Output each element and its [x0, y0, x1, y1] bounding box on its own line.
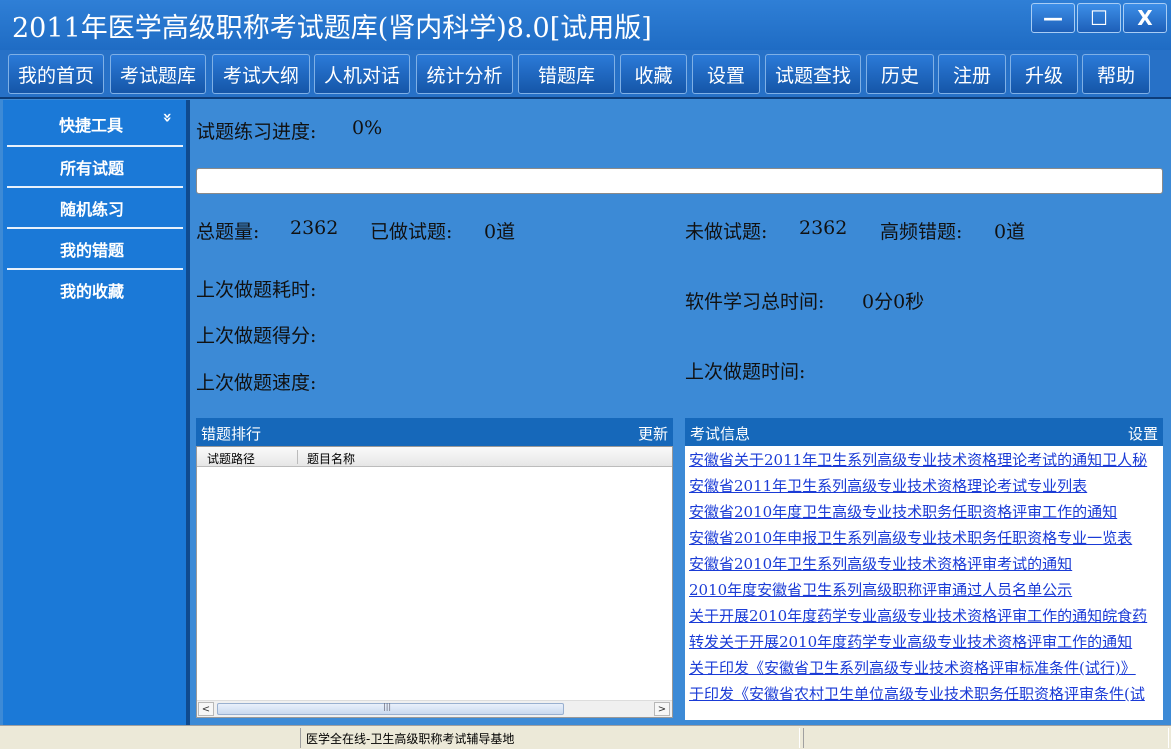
scroll-thumb[interactable]: ||| — [217, 702, 564, 715]
news-link[interactable]: 关于印发《安徽省卫生系列高级专业技术资格评审标准条件(试行)》 — [689, 657, 1136, 678]
sidebar-item-my-favorites[interactable]: 我的收藏 — [7, 270, 182, 310]
nav-history[interactable]: 历史 — [866, 54, 934, 94]
sidebar-header[interactable]: 快捷工具 » — [3, 100, 186, 144]
news-link[interactable]: 安徽省关于2011年卫生系列高级专业技术资格理论考试的通知卫人秘 — [689, 449, 1147, 470]
scroll-left-icon[interactable]: < — [198, 702, 214, 716]
chevron-down-icon[interactable]: » — [159, 112, 178, 122]
main-content: 试题练习进度: 0% 总题量: 2362 已做试题: 0道 未做试题: 2362… — [190, 100, 1171, 725]
app-window: 2011年医学高级职称考试题库(肾内科学)8.0[试用版] — ☐ X 我的首页… — [0, 0, 1171, 749]
window-title: 2011年医学高级职称考试题库(肾内科学)8.0[试用版] — [12, 13, 652, 44]
main-nav: 我的首页 考试题库 考试大纲 人机对话 统计分析 错题库 收藏 设置 试题查找 … — [0, 50, 1171, 98]
undone-value: 2362 — [799, 217, 848, 239]
nav-divider — [0, 97, 1171, 99]
scroll-right-icon[interactable]: > — [654, 702, 670, 716]
column-header: 试题路径 题目名称 — [197, 447, 672, 467]
last-score-label: 上次做题得分: — [196, 325, 317, 347]
nav-exam-bank[interactable]: 考试题库 — [110, 54, 206, 94]
news-link[interactable]: 2010年度安徽省卫生系列高级职称评审通过人员名单公示 — [689, 579, 1072, 600]
news-link[interactable]: 于印发《安徽省农村卫生单位高级专业技术职务任职资格评审条件(试 — [689, 683, 1145, 704]
sidebar-header-label: 快捷工具 — [59, 116, 124, 135]
error-rank-header: 错题排行 更新 — [196, 418, 673, 446]
progress-label: 试题练习进度: — [196, 121, 317, 143]
study-total-value: 0分0秒 — [862, 291, 925, 313]
done-value: 0道 — [484, 221, 516, 243]
column-title[interactable]: 题目名称 — [307, 450, 355, 467]
total-label: 总题量: — [196, 221, 260, 243]
title-bar[interactable]: 2011年医学高级职称考试题库(肾内科学)8.0[试用版] — ☐ X — [0, 0, 1171, 50]
error-rank-list[interactable]: 试题路径 题目名称 < ||| > — [196, 446, 673, 718]
status-bar: 医学全在线-卫生高级职称考试辅导基地 — [0, 725, 1171, 749]
freq-wrong-label: 高频错题: — [880, 221, 963, 243]
last-speed-label: 上次做题速度: — [196, 372, 317, 394]
nav-settings[interactable]: 设置 — [692, 54, 760, 94]
exam-info-settings-link[interactable]: 设置 — [1128, 423, 1158, 444]
exam-info-header: 考试信息 设置 — [685, 418, 1163, 446]
nav-statistics[interactable]: 统计分析 — [416, 54, 513, 94]
maximize-icon: ☐ — [1090, 6, 1108, 30]
nav-help[interactable]: 帮助 — [1082, 54, 1150, 94]
news-link[interactable]: 安徽省2010年卫生系列高级专业技术资格评审考试的通知 — [689, 553, 1072, 574]
nav-upgrade[interactable]: 升级 — [1010, 54, 1078, 94]
last-date-label: 上次做题时间: — [685, 361, 806, 383]
close-button[interactable]: X — [1123, 3, 1167, 33]
column-path[interactable]: 试题路径 — [207, 450, 255, 467]
last-time-cost-label: 上次做题耗时: — [196, 279, 317, 301]
news-link[interactable]: 转发关于开展2010年度药学专业高级专业技术资格评审工作的通知 — [689, 631, 1132, 652]
maximize-button[interactable]: ☐ — [1077, 3, 1121, 33]
minimize-button[interactable]: — — [1031, 3, 1075, 33]
sidebar: 快捷工具 » 所有试题 随机练习 我的错题 我的收藏 — [3, 100, 186, 725]
total-value: 2362 — [290, 217, 339, 239]
nav-syllabus[interactable]: 考试大纲 — [212, 54, 310, 94]
progress-value: 0% — [352, 117, 383, 139]
news-link[interactable]: 安徽省2011年卫生系列高级专业技术资格理论考试专业列表 — [689, 475, 1087, 496]
exam-info-list: 安徽省关于2011年卫生系列高级专业技术资格理论考试的通知卫人秘 安徽省2011… — [685, 446, 1163, 720]
news-link[interactable]: 安徽省2010年度卫生高级专业技术职务任职资格评审工作的通知 — [689, 501, 1117, 522]
sidebar-item-all-questions[interactable]: 所有试题 — [7, 147, 182, 187]
nav-search[interactable]: 试题查找 — [765, 54, 861, 94]
status-text: 医学全在线-卫生高级职称考试辅导基地 — [306, 732, 515, 746]
exam-info-title: 考试信息 — [690, 425, 751, 443]
done-label: 已做试题: — [370, 221, 453, 243]
grip-icon: ||| — [383, 702, 392, 711]
column-divider[interactable] — [297, 450, 298, 464]
nav-favorites[interactable]: 收藏 — [620, 54, 687, 94]
sidebar-item-random-practice[interactable]: 随机练习 — [7, 188, 182, 228]
status-segment — [803, 728, 1169, 748]
news-link[interactable]: 关于开展2010年度药学专业高级专业技术资格评审工作的通知皖食药 — [689, 605, 1147, 626]
error-rank-title: 错题排行 — [201, 425, 262, 443]
nav-human-computer[interactable]: 人机对话 — [314, 54, 410, 94]
nav-home[interactable]: 我的首页 — [8, 54, 104, 94]
minimize-icon: — — [1043, 6, 1063, 30]
refresh-link[interactable]: 更新 — [638, 423, 668, 444]
close-icon: X — [1137, 6, 1153, 30]
news-link[interactable]: 安徽省2010年申报卫生系列高级专业技术职务任职资格专业一览表 — [689, 527, 1132, 548]
sidebar-item-my-wrong[interactable]: 我的错题 — [7, 229, 182, 269]
progress-bar — [196, 168, 1163, 194]
undone-label: 未做试题: — [685, 221, 768, 243]
horizontal-scrollbar[interactable]: < ||| > — [197, 700, 672, 717]
freq-wrong-value: 0道 — [994, 221, 1026, 243]
study-total-label: 软件学习总时间: — [685, 291, 825, 313]
nav-register[interactable]: 注册 — [938, 54, 1006, 94]
nav-wrong-bank[interactable]: 错题库 — [518, 54, 615, 94]
